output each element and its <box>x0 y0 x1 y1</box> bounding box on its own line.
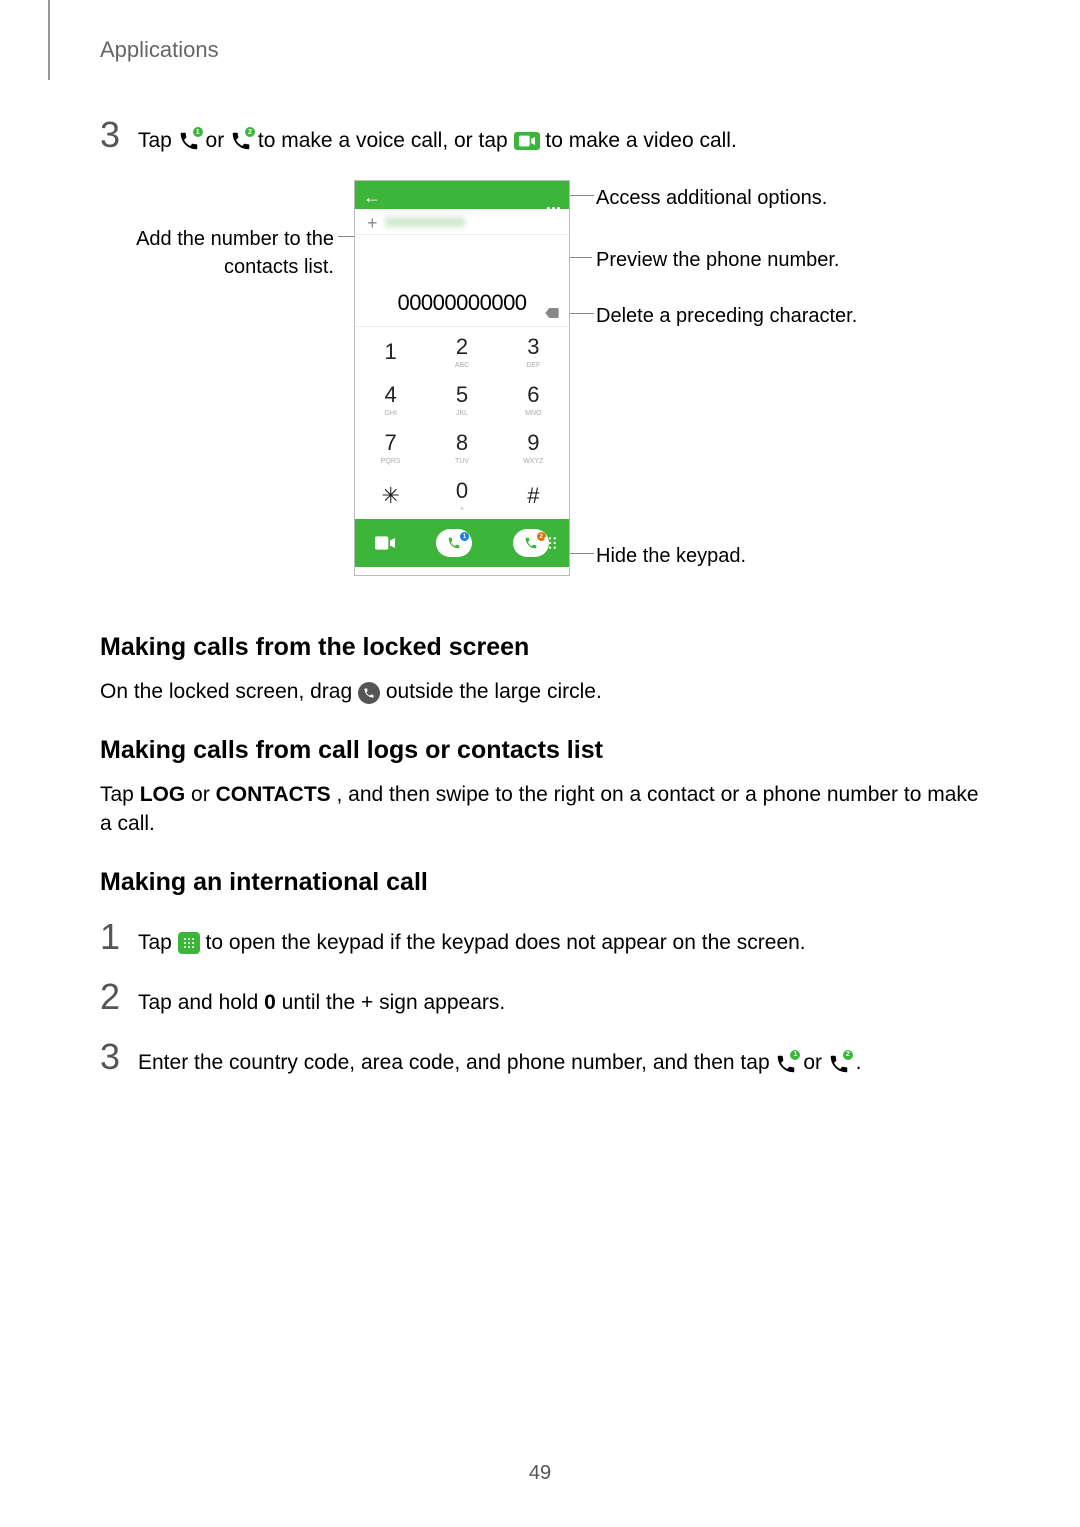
step-number: 3 <box>100 1032 138 1082</box>
step-number: 1 <box>100 912 138 962</box>
key-6[interactable]: 6MNO <box>498 375 569 423</box>
video-call-button-icon[interactable] <box>375 536 395 550</box>
plus-icon: + <box>367 211 378 236</box>
intl-step-1: 1 Tap to open the keypad if the keypad d… <box>100 912 980 962</box>
locked-screen-text: On the locked screen, drag outside the l… <box>100 677 980 706</box>
video-call-icon <box>514 132 540 150</box>
step-number: 2 <box>100 972 138 1022</box>
key-hash[interactable]: # <box>498 471 569 519</box>
heading-international: Making an international call <box>100 865 980 900</box>
section-header: Applications <box>100 35 219 66</box>
dialed-number-row: 00000000000 <box>355 281 569 327</box>
text-fragment: Tap <box>138 931 178 954</box>
key-4[interactable]: 4GHI <box>355 375 426 423</box>
text-fragment: . <box>856 1051 862 1074</box>
heading-call-logs: Making calls from call logs or contacts … <box>100 733 980 768</box>
logs-text: Tap LOG or CONTACTS , and then swipe to … <box>100 780 980 839</box>
dialer-screenshot: ← + 00000000000 1 2ABC 3DEF 4GHI 5JKL 6M… <box>354 180 570 576</box>
callout-preview: Preview the phone number. <box>596 246 840 274</box>
contacts-tab-label: CONTACTS <box>216 783 331 806</box>
page-number: 49 <box>0 1459 1080 1487</box>
text-fragment: or <box>803 1051 828 1074</box>
dialer-topbar: ← <box>355 181 569 209</box>
call-sim1-icon: 1 <box>775 1053 797 1075</box>
log-tab-label: LOG <box>140 783 186 806</box>
text-fragment: Tap and hold <box>138 991 264 1014</box>
key-star[interactable]: ✳ <box>355 471 426 519</box>
text-fragment: or <box>191 783 216 806</box>
key-7[interactable]: 7PQRS <box>355 423 426 471</box>
key-3[interactable]: 3DEF <box>498 327 569 375</box>
text-fragment: to make a video call. <box>545 129 736 152</box>
heading-locked-screen: Making calls from the locked screen <box>100 630 980 665</box>
key-1[interactable]: 1 <box>355 327 426 375</box>
key-8[interactable]: 8TUV <box>426 423 497 471</box>
callout-options: Access additional options. <box>596 184 827 212</box>
text-fragment: outside the large circle. <box>386 680 602 703</box>
number-preview-area <box>355 235 569 281</box>
text-fragment: Tap <box>138 129 178 152</box>
text-fragment: to make a voice call, or tap <box>258 129 514 152</box>
callout-add-contacts: Add the number to the contacts list. <box>94 225 334 281</box>
call-sim2-icon: 2 <box>828 1053 850 1075</box>
hide-keypad-icon[interactable] <box>543 529 557 558</box>
call-sim1-button[interactable]: 1 <box>436 529 472 557</box>
key-0[interactable]: 0+ <box>426 471 497 519</box>
key-5[interactable]: 5JKL <box>426 375 497 423</box>
add-to-contacts-label-blurred <box>385 217 465 227</box>
dialer-diagram: Add the number to the contacts list. Acc… <box>100 180 980 600</box>
intl-step-2: 2 Tap and hold 0 until the + sign appear… <box>100 972 980 1022</box>
dialed-number: 00000000000 <box>397 288 526 319</box>
key-2[interactable]: 2ABC <box>426 327 497 375</box>
call-sim1-icon: 1 <box>178 130 200 152</box>
text-fragment: until the + sign appears. <box>282 991 506 1014</box>
dialer-bottom-bar: 1 2 <box>355 519 569 567</box>
add-to-contacts-row[interactable]: + <box>355 209 569 235</box>
keypad-icon <box>178 932 200 954</box>
header-rule <box>48 0 50 80</box>
text-fragment: On the locked screen, drag <box>100 680 358 703</box>
text-fragment: to open the keypad if the keypad does no… <box>206 931 806 954</box>
callout-delete: Delete a preceding character. <box>596 302 857 330</box>
text-fragment: Tap <box>100 783 140 806</box>
step-3-top: 3 Tap 1 or 2 to make a voice call, or ta… <box>100 110 980 160</box>
text-fragment: or <box>206 129 231 152</box>
key-9[interactable]: 9WXYZ <box>498 423 569 471</box>
text-fragment: Enter the country code, area code, and p… <box>138 1051 775 1074</box>
key-zero-label: 0 <box>264 991 276 1014</box>
step-3-text: Tap 1 or 2 to make a voice call, or tap … <box>138 126 737 155</box>
intl-step-3: 3 Enter the country code, area code, and… <box>100 1032 980 1082</box>
keypad: 1 2ABC 3DEF 4GHI 5JKL 6MNO 7PQRS 8TUV 9W… <box>355 327 569 519</box>
backspace-icon[interactable] <box>545 297 559 326</box>
lock-phone-icon <box>358 682 380 704</box>
call-sim2-icon: 2 <box>230 130 252 152</box>
callout-hide: Hide the keypad. <box>596 542 746 570</box>
step-number: 3 <box>100 110 138 160</box>
back-icon[interactable]: ← <box>363 185 381 210</box>
